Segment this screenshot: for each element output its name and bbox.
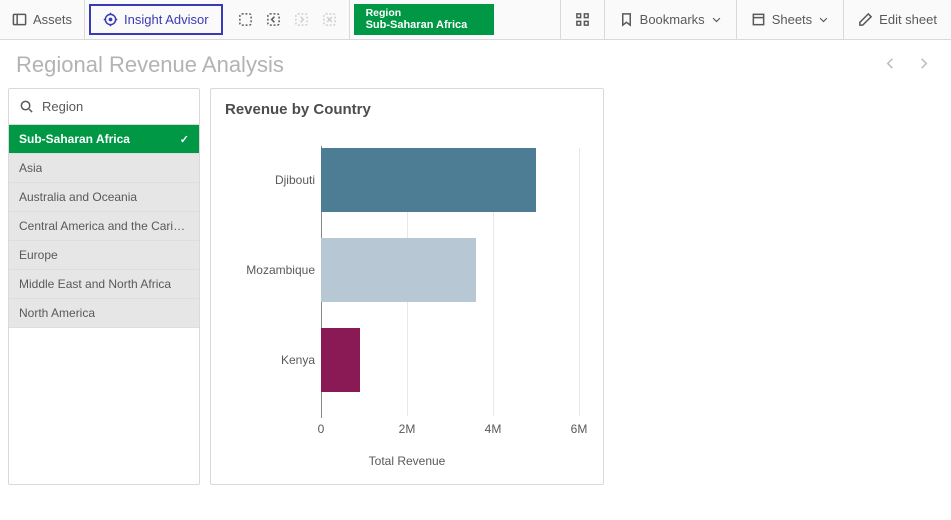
bar[interactable] [321,238,476,302]
chevron-down-icon [818,14,829,25]
filter-item[interactable]: North America [9,299,199,328]
filter-item[interactable]: Australia and Oceania [9,183,199,212]
filter-item-label: North America [19,306,95,320]
filter-item[interactable]: Asia [9,154,199,183]
page-title: Regional Revenue Analysis [16,52,284,78]
bookmarks-button[interactable]: Bookmarks [605,0,737,39]
search-icon [19,99,34,114]
bar[interactable] [321,328,360,392]
step-back-icon[interactable] [265,11,283,29]
x-tick-label: 4M [485,422,502,436]
filter-item-label: Middle East and North Africa [19,277,171,291]
filter-item-label: Europe [19,248,58,262]
selection-value: Sub-Saharan Africa [366,19,482,32]
chart-card: Revenue by Country Djibouti Mozambique Ken… [210,88,604,485]
plot-area: Djibouti Mozambique Kenya [321,148,579,416]
filterpane-region: Region Sub-Saharan Africa ✓ Asia Australia … [8,88,200,485]
panel-icon [12,12,27,27]
toolbar-spacer [494,0,561,39]
titlebar: Regional Revenue Analysis [0,40,951,84]
filter-item[interactable]: Europe [9,241,199,270]
selection-pill-region[interactable]: Region Sub-Saharan Africa [354,4,494,35]
category-label: Mozambique [225,263,315,277]
smart-search-icon[interactable] [237,11,255,29]
x-ticks: 02M4M6M [321,422,579,440]
bar-row: Mozambique [321,238,579,302]
edit-label: Edit sheet [879,12,937,27]
x-tick-label: 6M [571,422,588,436]
bar-row: Djibouti [321,148,579,212]
selection-tools [227,0,350,39]
filter-item-label: Sub-Saharan Africa [19,132,130,146]
sheet-icon [751,12,766,27]
toolbar: Assets Insight Advisor Region Sub-Sahara… [0,0,951,40]
filter-item-label: Central America and the Cari… [19,219,185,233]
filter-item[interactable]: Central America and the Cari… [9,212,199,241]
bar[interactable] [321,148,536,212]
filter-list: Sub-Saharan Africa ✓ Asia Australia and Oce… [9,125,199,328]
chart-title: Revenue by Country [225,101,589,118]
filter-item[interactable]: Sub-Saharan Africa ✓ [9,125,199,154]
prev-sheet-icon[interactable] [883,56,898,74]
filter-item[interactable]: Middle East and North Africa [9,270,199,299]
sheets-button[interactable]: Sheets [737,0,844,39]
bookmark-icon [619,12,634,27]
sheets-label: Sheets [772,12,812,27]
insight-icon [103,12,118,27]
filter-field-label: Region [42,99,83,114]
insight-advisor-button[interactable]: Insight Advisor [89,4,223,35]
next-sheet-icon[interactable] [916,56,931,74]
selections-tool-icon[interactable] [561,0,605,39]
assets-label: Assets [33,12,72,27]
selection-field: Region [366,7,482,20]
step-forward-icon [293,11,311,29]
filter-item-label: Asia [19,161,42,175]
chart-area: Djibouti Mozambique Kenya 0 2M 4M 6M Total Re… [225,136,589,476]
filter-search[interactable]: Region [9,89,199,125]
gridline [579,148,580,416]
edit-sheet-button[interactable]: Edit sheet [844,0,951,39]
x-axis-label: Total Revenue [225,454,589,468]
category-label: Kenya [225,353,315,367]
filter-item-label: Australia and Oceania [19,190,137,204]
main-area: Region Sub-Saharan Africa ✓ Asia Australia … [0,84,951,489]
x-tick-label: 2M [399,422,416,436]
x-tick-label: 0 [318,422,325,436]
bookmarks-label: Bookmarks [640,12,705,27]
category-label: Djibouti [225,173,315,187]
bar-row: Kenya [321,328,579,392]
pencil-icon [858,12,873,27]
assets-button[interactable]: Assets [0,0,85,39]
insight-label: Insight Advisor [124,12,209,27]
chevron-down-icon [711,14,722,25]
check-icon: ✓ [180,133,189,146]
clear-selections-icon [321,11,339,29]
